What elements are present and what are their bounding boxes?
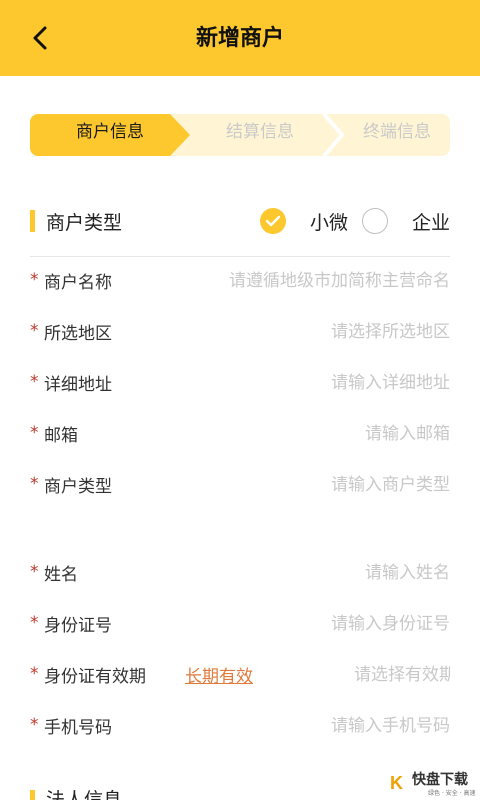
watermark-tagline: 绿色 · 安全 · 高速 xyxy=(428,790,476,797)
field-label: 手机号码 xyxy=(44,718,112,738)
address-input[interactable] xyxy=(210,368,450,398)
radio-enterprise[interactable]: 企业 xyxy=(361,208,450,235)
page-title: 新增商户 xyxy=(195,26,284,51)
id-number-input[interactable] xyxy=(210,609,450,639)
radio-unchecked-icon xyxy=(361,208,388,234)
merchant-type-input[interactable] xyxy=(210,470,450,500)
required-mark: * xyxy=(30,613,39,633)
field-label: 邮箱 xyxy=(44,426,78,446)
merchant-name-input[interactable] xyxy=(210,266,450,296)
legal-person-section-title: 法人信息 xyxy=(46,789,123,800)
radio-label: 企业 xyxy=(411,211,450,234)
region-select[interactable] xyxy=(210,317,450,347)
required-mark: * xyxy=(30,715,39,735)
name-row: * 姓名 xyxy=(30,548,450,600)
field-label: 姓名 xyxy=(44,565,78,585)
section-accent-bar xyxy=(30,210,35,232)
field-label: 详细地址 xyxy=(44,375,112,395)
field-label: 所选地区 xyxy=(44,324,112,344)
required-mark: * xyxy=(30,372,39,392)
step-terminal-info[interactable]: 终端信息 xyxy=(322,114,450,156)
watermark-logo: K 快盘下载 绿色 · 安全 · 高速 xyxy=(384,766,480,800)
required-mark: * xyxy=(30,474,39,494)
merchant-type-row: * 商户类型 xyxy=(30,460,450,512)
field-label: 商户类型 xyxy=(44,477,112,497)
required-mark: * xyxy=(30,664,39,684)
radio-small-micro[interactable]: 小微 xyxy=(259,208,348,235)
required-mark: * xyxy=(30,321,39,341)
radio-label: 小微 xyxy=(309,211,348,234)
required-mark: * xyxy=(30,562,39,582)
section-accent-bar xyxy=(30,790,35,800)
step-indicator: 商户信息 结算信息 终端信息 xyxy=(30,114,450,156)
merchant-name-row: * 商户名称 xyxy=(30,256,450,308)
required-mark: * xyxy=(30,270,39,290)
step-settlement-info[interactable]: 结算信息 xyxy=(180,114,340,156)
back-button[interactable] xyxy=(22,20,58,56)
long-term-valid-link[interactable]: 长期有效 xyxy=(185,662,253,687)
radio-checked-icon xyxy=(259,208,286,234)
watermark-brand: 快盘下载 xyxy=(412,772,468,788)
merchant-type-section: 商户类型 小微 企业 xyxy=(30,200,450,257)
field-label: 商户名称 xyxy=(44,273,112,293)
email-input[interactable] xyxy=(210,419,450,449)
watermark-k-icon: K xyxy=(390,773,403,793)
id-number-row: * 身份证号 xyxy=(30,599,450,651)
section-title: 商户类型 xyxy=(46,212,123,234)
region-row: * 所选地区 xyxy=(30,307,450,359)
required-mark: * xyxy=(30,423,39,443)
name-input[interactable] xyxy=(210,558,450,588)
email-row: * 邮箱 xyxy=(30,409,450,461)
id-validity-row: * 身份证有效期 长期有效 xyxy=(30,650,450,702)
id-validity-select[interactable] xyxy=(354,660,450,690)
merchant-type-radio-group: 小微 企业 xyxy=(259,205,450,237)
phone-input[interactable] xyxy=(210,711,450,741)
field-label: 身份证有效期 xyxy=(44,667,146,687)
field-label: 身份证号 xyxy=(44,616,112,636)
address-row: * 详细地址 xyxy=(30,358,450,410)
phone-row: * 手机号码 xyxy=(30,701,450,753)
step-merchant-info[interactable]: 商户信息 xyxy=(30,114,190,156)
app-header: 新增商户 xyxy=(0,0,480,76)
chevron-left-icon xyxy=(33,26,47,50)
